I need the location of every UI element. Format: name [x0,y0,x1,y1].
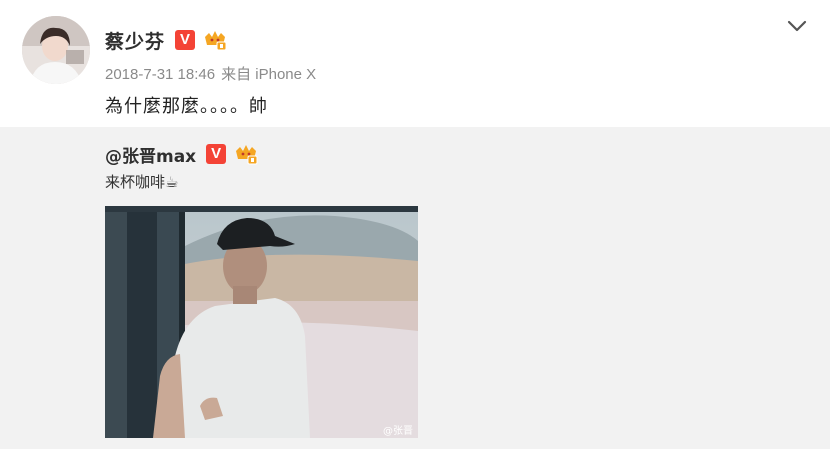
post-header: 蔡少芬 V 2018-7-31 18:46 来自 iPhone X 為什麼那麼。。… [0,0,830,127]
repost-text: 来杯咖啡☕ [105,173,179,191]
verified-v-icon: V [175,30,196,50]
repost-photo[interactable]: @张晋 [105,206,418,438]
crown-member-icon [234,143,258,165]
verified-v-icon: V [206,144,227,164]
photo-watermark: @张晋 [383,425,413,437]
repost-user-row: @张晋max V [105,141,258,167]
username[interactable]: 蔡少芬 [105,27,165,54]
crown-member-icon [203,29,227,51]
post-source: 来自 iPhone X [221,66,317,83]
post-date: 2018-7-31 18:46 [105,66,216,83]
avatar-image [22,16,90,84]
avatar[interactable] [22,16,90,84]
post-meta: 2018-7-31 18:46 来自 iPhone X [105,63,316,84]
repost-card[interactable]: @张晋max V 来杯咖啡☕ @张晋 [0,127,830,449]
photo-image: @张晋 [105,206,418,438]
username-row: 蔡少芬 V [105,26,227,54]
post-text: 為什麼那麼。。。。帥 [105,96,268,117]
chevron-down-icon[interactable] [784,16,810,36]
repost-username[interactable]: @张晋max [105,142,196,167]
